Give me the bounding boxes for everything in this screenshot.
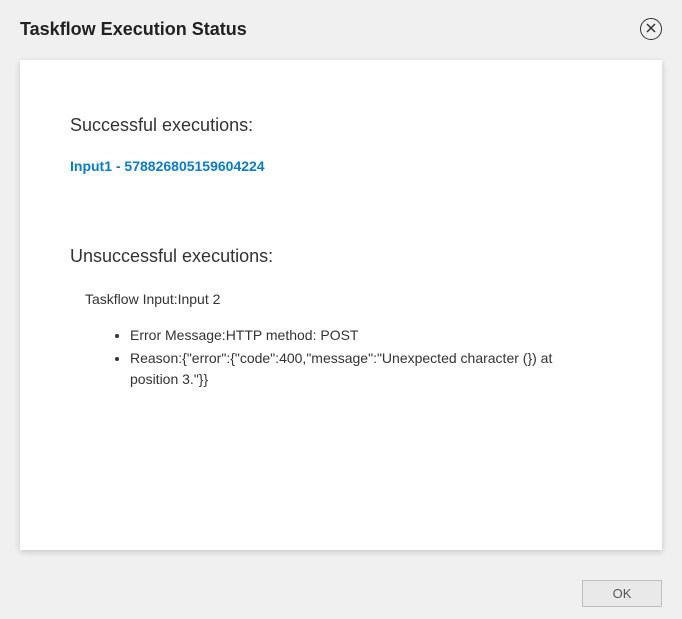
error-message-item: Error Message:HTTP method: POST [130,325,570,346]
content-panel: Successful executions: Input1 - 57882680… [20,60,662,550]
successful-heading: Successful executions: [70,115,612,136]
dialog-title: Taskflow Execution Status [20,19,247,40]
error-reason-item: Reason:{"error":{"code":400,"message":"U… [130,348,570,390]
taskflow-input-label: Taskflow Input:Input 2 [85,291,612,307]
successful-execution-link[interactable]: Input1 - 578826805159604224 [70,158,265,174]
close-button[interactable] [640,18,662,40]
error-list: Error Message:HTTP method: POST Reason:{… [130,325,612,390]
unsuccessful-section: Unsuccessful executions: Taskflow Input:… [70,246,612,390]
close-icon [646,20,656,38]
ok-button[interactable]: OK [582,580,662,607]
dialog-footer: OK [582,580,662,607]
unsuccessful-heading: Unsuccessful executions: [70,246,612,267]
dialog-header: Taskflow Execution Status [0,0,682,50]
